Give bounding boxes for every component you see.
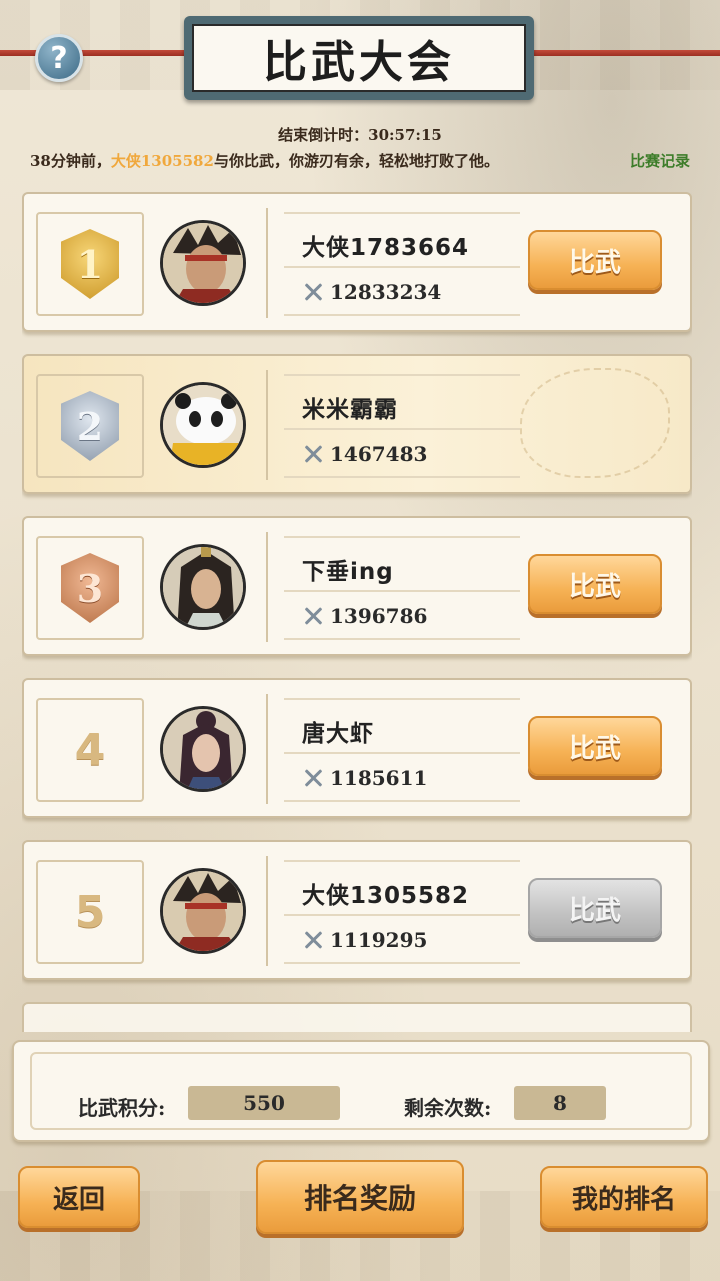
player-name: 下垂ing — [302, 559, 394, 585]
player-card: 5 大侠1305582 1119295 比武 — [22, 840, 692, 980]
player-info: 下垂ing 1396786 — [284, 536, 520, 640]
player-card: 1 大侠1783664 12833234 比武 — [22, 192, 692, 332]
bronze-rank-badge-icon: 3 — [61, 553, 119, 623]
swordsman-avatar-icon — [163, 547, 243, 627]
warrior-avatar-icon — [163, 871, 243, 951]
combat-power-value: 1119295 — [330, 928, 428, 952]
my-rank-button[interactable]: 我的排名 — [540, 1166, 708, 1228]
back-button[interactable]: 返回 — [18, 1166, 140, 1228]
woman-avatar-icon — [163, 709, 243, 789]
warrior-avatar-icon — [163, 223, 243, 303]
rank-box: 5 — [36, 860, 144, 964]
combat-power-value: 1185611 — [330, 766, 428, 790]
avatar[interactable] — [160, 220, 246, 306]
crossed-swords-icon — [302, 605, 324, 627]
stats-frame: 比武积分: 550 剩余次数: 8 — [30, 1052, 692, 1130]
help-button[interactable]: ? — [35, 34, 83, 82]
remaining-value: 8 — [514, 1086, 606, 1120]
combat-power: 12833234 — [302, 280, 441, 304]
player-card-self: 2 米米霸霸 1467483 — [22, 354, 692, 494]
combat-power: 1185611 — [302, 766, 427, 790]
player-card-partial — [22, 1002, 692, 1032]
avatar[interactable] — [160, 706, 246, 792]
combat-power: 1467483 — [302, 442, 427, 466]
player-name: 唐大虾 — [302, 721, 374, 747]
rank-box: 3 — [36, 536, 144, 640]
challenge-button[interactable]: 比武 — [528, 554, 662, 614]
player-info: 大侠1305582 1119295 — [284, 860, 520, 964]
panda-avatar-icon — [163, 385, 243, 465]
player-name: 大侠1305582 — [302, 883, 470, 909]
crossed-swords-icon — [302, 929, 324, 951]
news-prefix: 38分钟前， — [30, 152, 111, 170]
player-name: 米米霸霸 — [302, 397, 398, 423]
rank-number: 5 — [74, 886, 106, 938]
info-divider — [284, 428, 520, 430]
rank-box: 2 — [36, 374, 144, 478]
rank-box: 1 — [36, 212, 144, 316]
info-divider — [284, 266, 520, 268]
player-name: 大侠1783664 — [302, 235, 470, 261]
avatar[interactable] — [160, 868, 246, 954]
battle-news: 38分钟前，大侠1305582与你比武，你游刃有余，轻松地打败了他。 比赛记录 — [30, 150, 690, 171]
card-divider — [266, 370, 268, 480]
player-info: 大侠1783664 12833234 — [284, 212, 520, 316]
challenge-button-disabled[interactable]: 比武 — [528, 878, 662, 938]
challenge-button[interactable]: 比武 — [528, 716, 662, 776]
title-plaque: 比武大会 — [184, 16, 534, 100]
silver-rank-badge-icon: 2 — [61, 391, 119, 461]
rank-box: 4 — [36, 698, 144, 802]
player-info: 唐大虾 1185611 — [284, 698, 520, 802]
card-divider — [266, 532, 268, 642]
crossed-swords-icon — [302, 443, 324, 465]
rank-number: 4 — [74, 724, 106, 776]
score-label: 比武积分: — [78, 1096, 166, 1120]
combat-power: 1119295 — [302, 928, 427, 952]
countdown-timer: 结束倒计时：30:57:15 — [278, 126, 442, 144]
crossed-swords-icon — [302, 281, 324, 303]
stats-panel: 比武积分: 550 剩余次数: 8 — [12, 1040, 710, 1142]
news-opponent-name[interactable]: 大侠1305582 — [111, 152, 214, 170]
news-suffix: 与你比武，你游刃有余，轻松地打败了他。 — [213, 152, 499, 170]
card-divider — [266, 208, 268, 318]
info-divider — [284, 590, 520, 592]
combat-power: 1396786 — [302, 604, 427, 628]
question-mark-icon: ? — [50, 40, 68, 76]
combat-power-value: 1396786 — [330, 604, 428, 628]
rank-reward-button[interactable]: 排名奖励 — [256, 1160, 464, 1234]
gold-rank-badge-icon: 1 — [61, 229, 119, 299]
challenge-button[interactable]: 比武 — [528, 230, 662, 290]
card-divider — [266, 694, 268, 804]
page-title: 比武大会 — [192, 24, 526, 92]
avatar[interactable] — [160, 544, 246, 630]
match-record-link[interactable]: 比赛记录 — [630, 150, 690, 171]
player-info: 米米霸霸 1467483 — [284, 374, 520, 478]
info-divider — [284, 752, 520, 754]
crossed-swords-icon — [302, 767, 324, 789]
combat-power-value: 1467483 — [330, 442, 428, 466]
combat-power-value: 12833234 — [330, 280, 442, 304]
avatar[interactable] — [160, 382, 246, 468]
player-card: 3 下垂ing 1396786 比武 — [22, 516, 692, 656]
player-card: 4 唐大虾 1185611 比武 — [22, 678, 692, 818]
ranking-list[interactable]: 1 大侠1783664 12833234 比武 2 米米霸霸 1467483 3… — [22, 192, 692, 1032]
score-value: 550 — [188, 1086, 340, 1120]
cloud-decoration — [520, 368, 670, 478]
card-divider — [266, 856, 268, 966]
remaining-label: 剩余次数: — [404, 1096, 492, 1120]
info-divider — [284, 914, 520, 916]
